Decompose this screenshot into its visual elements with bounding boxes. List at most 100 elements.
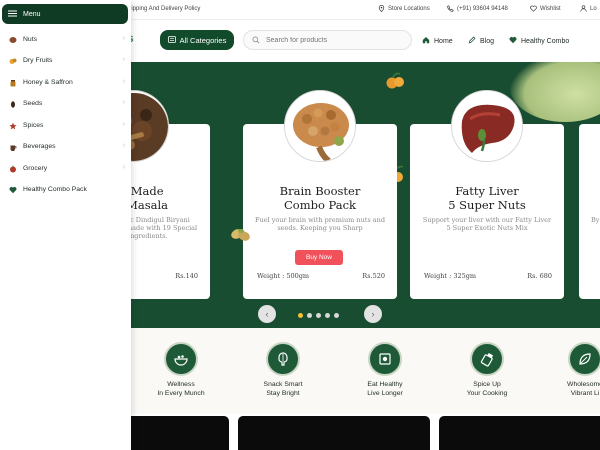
product-description: ic Dindigul Biryani nade with 19 Special… [128, 216, 198, 240]
product-description: By Pi [591, 216, 600, 224]
menu-header[interactable]: Menu [2, 4, 128, 24]
product-price: Rs.520 [362, 272, 385, 280]
menu-title: Menu [23, 10, 41, 18]
pen-icon [468, 36, 476, 46]
feature-subtitle: In Every Munch [157, 390, 205, 397]
leaf-icon [568, 342, 600, 376]
product-image [451, 90, 523, 162]
product-weight: Weight : 500gm [257, 272, 310, 280]
product-weight: Weight : 325gm [424, 272, 477, 280]
heart-outline-icon [530, 5, 537, 12]
chevron-right-icon: › [122, 78, 125, 85]
product-card[interactable]: Fatty Liver 5 Super Nuts Support your liv… [410, 90, 564, 299]
leaf-decoration [510, 62, 600, 122]
sidebar-item-dry-fruits[interactable]: Dry Fruits › [0, 50, 131, 71]
seed-icon [9, 100, 17, 108]
dry-fruit-icon [9, 57, 17, 65]
carousel-prev-button[interactable]: ‹ [258, 305, 276, 323]
carousel-dot[interactable] [325, 313, 330, 318]
buy-now-button[interactable]: Buy Now [295, 250, 343, 265]
sidebar-item-grocery[interactable]: Grocery › [0, 158, 131, 179]
sidebar-item-spices[interactable]: Spices › [0, 115, 131, 136]
feature-title: Wholesome [567, 381, 600, 388]
sidebar-item-label: Honey & Saffron [23, 79, 73, 86]
chevron-right-icon: › [122, 121, 125, 128]
product-image [284, 90, 356, 162]
sidebar-item-nuts[interactable]: Nuts › [0, 29, 131, 50]
sidebar-item-healthy-combo-pack[interactable]: Healthy Combo Pack [0, 179, 131, 200]
feature-title: Wellness [167, 381, 195, 388]
chevron-right-icon: › [122, 142, 125, 149]
grocery-icon [9, 165, 17, 173]
product-card[interactable]: Brain Booster Combo Pack Fuel your brain … [243, 90, 397, 299]
spice-jar-icon [470, 342, 504, 376]
feature-item: Wellness In Every Munch [136, 342, 226, 398]
sidebar-item-label: Grocery [23, 165, 48, 172]
search-bar[interactable] [243, 30, 412, 50]
product-description: Fuel your brain with premium nuts and se… [255, 216, 385, 232]
feature-item: Spice Up Your Cooking [442, 342, 532, 398]
nav-healthy-combo[interactable]: Healthy Combo [509, 36, 569, 46]
sidebar-item-seeds[interactable]: Seeds › [0, 93, 131, 114]
pistachio-decoration [228, 222, 254, 249]
sidebar-item-label: Dry Fruits [23, 57, 53, 64]
nav-healthy-combo-label: Healthy Combo [521, 37, 570, 45]
sidebar-item-label: Spices [23, 122, 44, 129]
video-tile[interactable] [439, 416, 600, 450]
sidebar-item-beverages[interactable]: Beverages › [0, 136, 131, 157]
carousel-dot[interactable] [307, 313, 312, 318]
product-description: Support your liver with our Fatty Liver … [422, 216, 552, 232]
heart-icon [509, 36, 517, 46]
login-label: Lo [590, 5, 597, 12]
nav-home-label: Home [434, 37, 453, 45]
nav-blog[interactable]: Blog [468, 36, 494, 46]
product-title: Fatty Liver 5 Super Nuts [448, 184, 526, 212]
login-link[interactable]: Lo [580, 5, 597, 12]
store-locations-label: Store Locations [388, 5, 430, 12]
search-input[interactable] [266, 36, 396, 44]
heart-icon [9, 186, 17, 194]
wishlist-label: Wishlist [540, 5, 561, 12]
carousel-next-button[interactable]: › [364, 305, 382, 323]
feature-item: Wholesome Vibrant Li [540, 342, 600, 398]
phone-link[interactable]: (+91) 93604 94148 [447, 5, 508, 12]
chevron-right-icon: › [371, 309, 375, 319]
sidebar-item-label: Seeds [23, 100, 43, 107]
product-price: Rs.140 [175, 272, 198, 280]
carousel-dot[interactable] [316, 313, 321, 318]
nutrition-icon [368, 342, 402, 376]
feature-item: Eat Healthy Live Longer [340, 342, 430, 398]
video-tile[interactable] [238, 416, 430, 450]
phone-number: (+91) 93604 94148 [457, 5, 508, 12]
all-categories-label: All Categories [179, 35, 227, 45]
shipping-policy-link[interactable]: hipping And Delivery Policy [128, 6, 200, 12]
sidebar-item-label: Beverages [23, 143, 56, 150]
feature-item: Snack Smart Stay Bright [238, 342, 328, 398]
all-categories-button[interactable]: All Categories [160, 30, 234, 50]
honey-icon [9, 79, 17, 87]
phone-icon [447, 5, 454, 12]
wishlist-link[interactable]: Wishlist [530, 5, 561, 12]
location-pin-icon [378, 4, 385, 13]
hamburger-icon [8, 10, 17, 19]
search-icon [252, 31, 260, 49]
sidebar-item-label: Nuts [23, 36, 37, 43]
sidebar-item-honey-saffron[interactable]: Honey & Saffron › [0, 72, 131, 93]
store-locations-link[interactable]: Store Locations [378, 4, 430, 13]
carousel-dots [298, 313, 339, 318]
chevron-left-icon: ‹ [265, 309, 269, 319]
category-sidebar: Menu Nuts › Dry Fruits › Honey & Saffron… [0, 0, 131, 450]
carousel-dot[interactable] [334, 313, 339, 318]
feature-subtitle: Vibrant Li [570, 390, 600, 397]
product-title: Brain Booster Combo Pack [279, 184, 361, 212]
feature-subtitle: Your Cooking [466, 390, 508, 397]
product-card[interactable]: By Pi [579, 124, 600, 299]
bowl-icon [164, 342, 198, 376]
nav-home[interactable]: Home [422, 36, 453, 46]
feature-title: Spice Up [473, 381, 501, 388]
carousel-dot[interactable] [298, 313, 303, 318]
sidebar-item-label: Healthy Combo Pack [23, 186, 87, 193]
product-price: Rs. 680 [527, 272, 552, 280]
hamburger-icon [167, 35, 176, 45]
home-icon [422, 36, 430, 46]
